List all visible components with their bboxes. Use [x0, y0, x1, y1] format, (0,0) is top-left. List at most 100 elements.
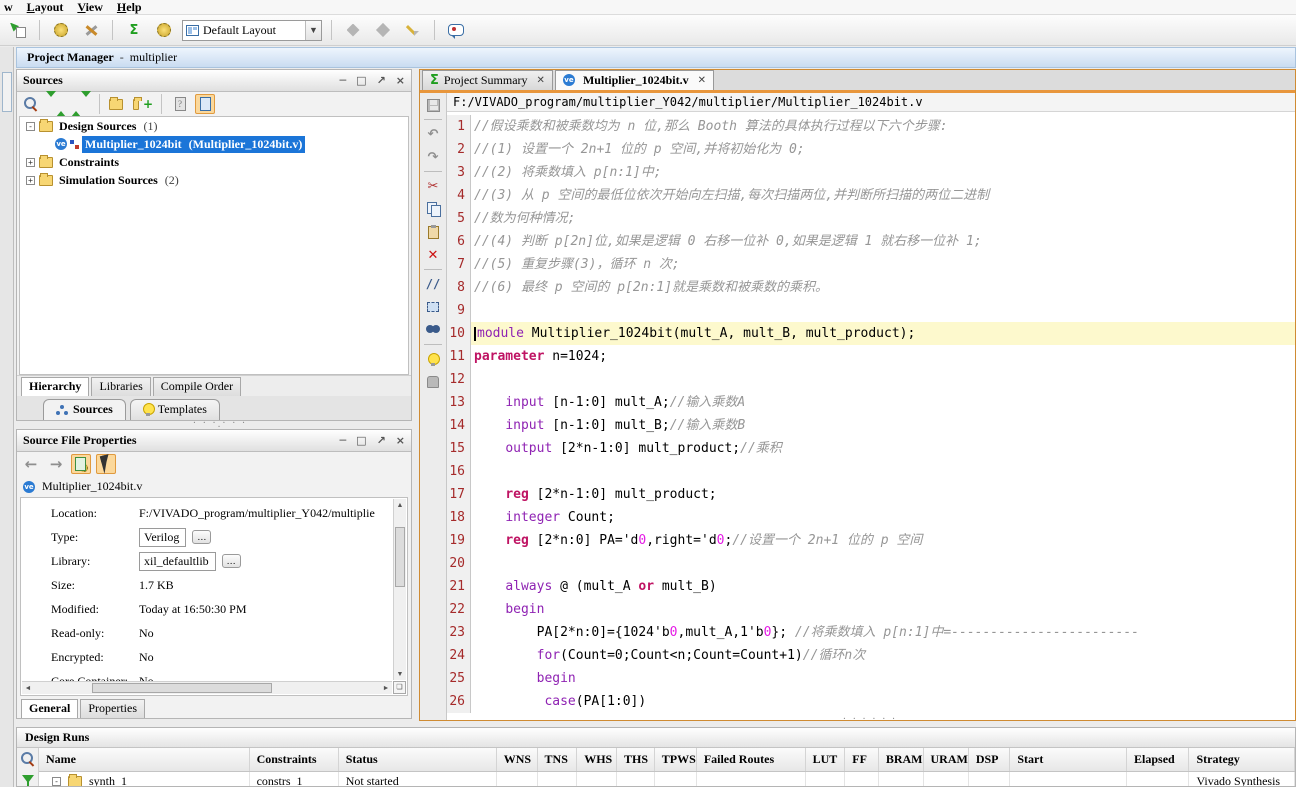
disabled-tool-button[interactable]	[341, 18, 365, 42]
scroll-to-source-button[interactable]	[195, 94, 215, 114]
tree-item[interactable]: +Simulation Sources (2)	[20, 171, 408, 189]
panel-tab-templates[interactable]: Templates	[130, 399, 220, 420]
table-row[interactable]: -synth_1constrs_1Not startedVivado Synth…	[39, 772, 1295, 787]
horizontal-scrollbar[interactable]: ◄ ►	[22, 681, 392, 694]
tab-libraries[interactable]: Libraries	[91, 377, 150, 396]
code-line[interactable]: 21 always @ (mult_A or mult_B)	[447, 575, 1295, 598]
scroll-up-icon[interactable]: ▲	[394, 499, 406, 511]
code-line[interactable]: 9	[447, 299, 1295, 322]
column-header-whs[interactable]: WHS	[577, 748, 617, 772]
code-line[interactable]: 22 begin	[447, 598, 1295, 621]
float-icon[interactable]: ↗	[377, 74, 386, 87]
panel-tab-sources[interactable]: Sources	[43, 399, 126, 420]
close-icon[interactable]: ✕	[537, 75, 545, 86]
syntax-check-button[interactable]	[423, 349, 443, 369]
code-line[interactable]: 17 reg [2*n-1:0] mult_product;	[447, 483, 1295, 506]
panel-splitter[interactable]: · · · · · · ·	[190, 422, 250, 428]
settings-button[interactable]	[49, 18, 73, 42]
tab-general[interactable]: General	[21, 699, 78, 718]
column-header-constraints[interactable]: Constraints	[249, 748, 338, 772]
column-header-uram[interactable]: URAM	[923, 748, 968, 772]
code-line[interactable]: 7//(5) 重复步骤(3)，循环 n 次;	[447, 253, 1295, 276]
property-field[interactable]: Verilog	[139, 528, 186, 547]
code-line[interactable]: 26 case(PA[1:0])	[447, 690, 1295, 713]
tree-item[interactable]: veMultiplier_1024bit (Multiplier_1024bit…	[20, 135, 408, 153]
ellipsis-button[interactable]: …	[222, 554, 241, 568]
add-sources-button[interactable]: +	[133, 94, 153, 114]
menu-item-help[interactable]: Help	[117, 0, 142, 15]
code-line[interactable]: 6//(4) 判断 p[2n]位,如果是逻辑 0 右移一位补 0,如果是逻辑 1…	[447, 230, 1295, 253]
editor-tab-multiplier-1024bit-v[interactable]: veMultiplier_1024bit.v✕	[555, 70, 714, 90]
expand-all-button[interactable]	[71, 94, 91, 114]
column-header-name[interactable]: Name	[39, 748, 249, 772]
tools-button[interactable]	[79, 18, 103, 42]
paste-button[interactable]	[423, 222, 443, 242]
tree-expander-icon[interactable]: -	[26, 122, 35, 131]
feedback-button[interactable]	[444, 18, 468, 42]
search-button[interactable]	[18, 752, 38, 766]
code-line[interactable]: 1//假设乘数和被乘数均为 n 位,那么 Booth 算法的具体执行过程以下六个…	[447, 115, 1295, 138]
maximize-icon[interactable]: □	[356, 434, 366, 447]
tab-compile-order[interactable]: Compile Order	[153, 377, 241, 396]
gear-plus-button[interactable]	[152, 18, 176, 42]
disabled-tool-button[interactable]	[371, 18, 395, 42]
column-header-elapsed[interactable]: Elapsed	[1127, 748, 1189, 772]
code-line[interactable]: 11parameter n=1024;	[447, 345, 1295, 368]
minimize-icon[interactable]: ─	[340, 74, 347, 87]
disabled-pointer-button[interactable]	[401, 18, 425, 42]
code-line[interactable]: 13 input [n-1:0] mult_A;//输入乘数A	[447, 391, 1295, 414]
delete-button[interactable]: ✕	[423, 245, 443, 265]
menu-item-view[interactable]: View	[77, 0, 103, 15]
tab-hierarchy[interactable]: Hierarchy	[21, 377, 89, 396]
close-icon[interactable]: ×	[396, 434, 405, 447]
scroll-down-icon[interactable]: ▼	[394, 668, 406, 680]
column-header-dsp[interactable]: DSP	[968, 748, 1010, 772]
open-file-button[interactable]	[108, 94, 128, 114]
column-header-failed-routes[interactable]: Failed Routes	[696, 748, 805, 772]
code-line[interactable]: 23 PA[2*n:0]={1024'b0,mult_A,1'b0}; //将乘…	[447, 621, 1295, 644]
code-line[interactable]: 4//(3) 从 p 空间的最低位依次开始向左扫描,每次扫描两位,并判断所扫描的…	[447, 184, 1295, 207]
collapse-all-button[interactable]	[46, 94, 66, 114]
code-line[interactable]: 12	[447, 368, 1295, 391]
code-line[interactable]: 10module Multiplier_1024bit(mult_A, mult…	[447, 322, 1295, 345]
code-line[interactable]: 15 output [2*n-1:0] mult_product;//乘积	[447, 437, 1295, 460]
close-icon[interactable]: ×	[396, 74, 405, 87]
code-line[interactable]: 3//(2) 将乘数填入 p[n:1]中;	[447, 161, 1295, 184]
column-header-tns[interactable]: TNS	[537, 748, 577, 772]
redo-button[interactable]: ↷	[423, 147, 443, 167]
column-header-ff[interactable]: FF	[845, 748, 879, 772]
column-header-lut[interactable]: LUT	[805, 748, 845, 772]
code-line[interactable]: 20	[447, 552, 1295, 575]
tree-expander-icon[interactable]: +	[26, 176, 35, 185]
property-field[interactable]: xil_defaultlib	[139, 552, 216, 571]
find-in-file-button[interactable]	[423, 320, 443, 340]
run-button[interactable]	[6, 18, 30, 42]
scrollbar-thumb[interactable]	[92, 683, 272, 693]
help-doc-button[interactable]: ?	[170, 94, 190, 114]
code-line[interactable]: 8//(6) 最终 p 空间的 p[2n:1]就是乘数和被乘数的乘积。	[447, 276, 1295, 299]
undo-button[interactable]: ↶	[423, 124, 443, 144]
menu-item-partial[interactable]: w	[4, 0, 13, 15]
tree-item[interactable]: -Design Sources (1)	[20, 117, 408, 135]
collapsed-panel-tab[interactable]	[2, 72, 12, 112]
toggle-comment-button[interactable]: //	[423, 274, 443, 294]
properties-view-button[interactable]	[71, 454, 91, 474]
minimize-icon[interactable]: ─	[340, 434, 347, 447]
code-line[interactable]: 19 reg [2*n:0] PA='d0,right='d0;//设置一个 2…	[447, 529, 1295, 552]
code-line[interactable]: 14 input [n-1:0] mult_B;//输入乘数B	[447, 414, 1295, 437]
chevron-down-icon[interactable]: ▼	[305, 21, 321, 40]
detach-corner-icon[interactable]: ❏	[393, 681, 406, 694]
vertical-scrollbar[interactable]: ▲ ▼	[393, 499, 406, 680]
tree-item[interactable]: +Constraints	[20, 153, 408, 171]
search-button[interactable]	[21, 94, 41, 114]
maximize-icon[interactable]: □	[356, 74, 366, 87]
back-button[interactable]: ←	[21, 454, 41, 474]
tab-properties[interactable]: Properties	[80, 699, 145, 718]
project-summary-button[interactable]: Σ	[122, 18, 146, 42]
tree-expander-icon[interactable]: +	[26, 158, 35, 167]
copy-button[interactable]	[423, 199, 443, 219]
float-icon[interactable]: ↗	[377, 434, 386, 447]
column-header-wns[interactable]: WNS	[496, 748, 537, 772]
column-header-status[interactable]: Status	[338, 748, 496, 772]
code-line[interactable]: 2//(1) 设置一个 2n+1 位的 p 空间,并将初始化为 0;	[447, 138, 1295, 161]
